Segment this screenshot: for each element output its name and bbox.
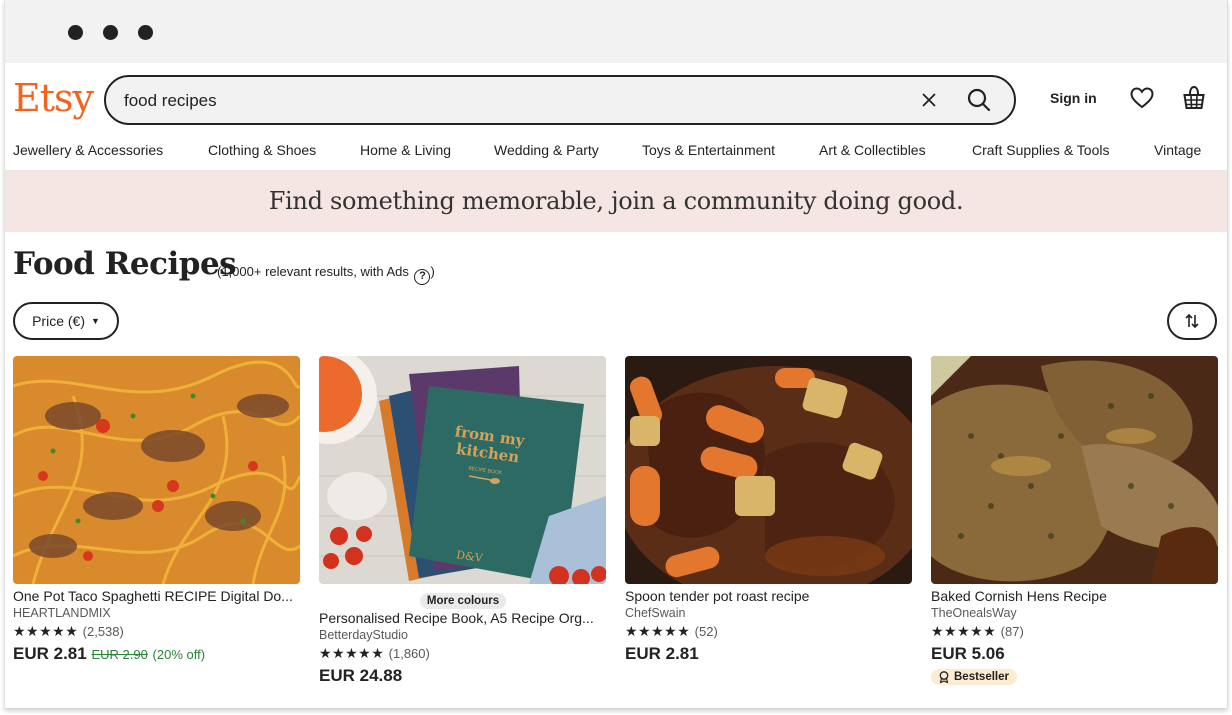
review-count: (1,860)	[388, 646, 430, 661]
result-count: (1,000+ relevant results, with Ads ?)	[217, 264, 435, 285]
heart-icon	[1130, 87, 1154, 109]
result-count-close: )	[430, 264, 435, 279]
sale-price: EUR 2.81	[13, 644, 87, 663]
pot-roast-image	[625, 356, 912, 584]
price: EUR 24.88	[319, 666, 607, 686]
review-count: (2,538)	[82, 624, 124, 639]
recipe-book-image: from my kitchen RECIPE BOOK D&V	[319, 356, 606, 584]
listing-card[interactable]: One Pot Taco Spaghetti RECIPE Digital Do…	[13, 356, 301, 664]
review-count: (87)	[1000, 624, 1024, 639]
clear-search-button[interactable]	[919, 90, 939, 110]
listing-title[interactable]: One Pot Taco Spaghetti RECIPE Digital Do…	[13, 588, 301, 604]
result-count-text: (1,000+ relevant results, with Ads	[217, 264, 409, 279]
shop-name[interactable]: TheOnealsWay	[931, 606, 1219, 620]
sort-button[interactable]	[1167, 302, 1217, 340]
sort-arrows-icon	[1185, 313, 1199, 329]
site-header: Etsy Sign in	[5, 63, 1227, 133]
stars-icon: ★★★★★	[625, 623, 691, 639]
caret-down-icon: ▼	[90, 316, 100, 326]
search-bar	[104, 75, 1016, 125]
basket-icon	[1183, 85, 1205, 109]
shop-name[interactable]: HEARTLANDMIX	[13, 606, 301, 620]
promo-banner: Find something memorable, join a communi…	[5, 171, 1227, 232]
listing-card[interactable]: Spoon tender pot roast recipe ChefSwain …	[625, 356, 913, 664]
filter-row: Price (€) ▼	[5, 296, 1227, 356]
category-craft[interactable]: Craft Supplies & Tools	[972, 142, 1109, 158]
review-count: (52)	[694, 624, 718, 639]
shop-name[interactable]: BetterdayStudio	[319, 628, 607, 642]
browser-window: Etsy Sign in	[4, 0, 1228, 708]
category-clothing[interactable]: Clothing & Shoes	[208, 142, 316, 158]
more-colours-tag: More colours	[419, 593, 507, 609]
category-jewellery[interactable]: Jewellery & Accessories	[13, 142, 163, 158]
category-home[interactable]: Home & Living	[360, 142, 451, 158]
window-minimize-control[interactable]	[103, 25, 118, 40]
page-title: Food Recipes	[13, 246, 237, 282]
cornish-hens-image	[931, 356, 1218, 584]
listing-title[interactable]: Spoon tender pot roast recipe	[625, 588, 913, 604]
search-input[interactable]	[124, 89, 884, 113]
star-rating: ★★★★★ (52)	[625, 623, 913, 640]
search-icon	[967, 88, 991, 112]
stars-icon: ★★★★★	[931, 623, 997, 639]
bestseller-label: Bestseller	[954, 671, 1009, 683]
window-close-control[interactable]	[68, 25, 83, 40]
price: EUR 5.06	[931, 644, 1219, 664]
category-vintage[interactable]: Vintage	[1154, 142, 1201, 158]
favorites-button[interactable]	[1130, 87, 1154, 109]
listing-card[interactable]: from my kitchen RECIPE BOOK D&V More col…	[319, 356, 607, 686]
cornish-hens-photo[interactable]	[931, 356, 1218, 584]
sign-in-link[interactable]: Sign in	[1050, 90, 1097, 106]
listing-title[interactable]: Personalised Recipe Book, A5 Recipe Org.…	[319, 610, 607, 626]
help-icon[interactable]: ?	[414, 269, 431, 285]
stars-icon: ★★★★★	[319, 645, 385, 661]
price: EUR 2.81 EUR 2.90 (20% off)	[13, 644, 301, 664]
close-icon	[922, 93, 936, 107]
pot-roast-photo[interactable]	[625, 356, 912, 584]
category-art[interactable]: Art & Collectibles	[819, 142, 926, 158]
star-rating: ★★★★★ (2,538)	[13, 623, 301, 640]
listing-grid: One Pot Taco Spaghetti RECIPE Digital Do…	[5, 356, 1227, 708]
bestseller-badge: Bestseller	[931, 669, 1017, 685]
title-bar	[5, 0, 1227, 63]
recipe-book-photo[interactable]: from my kitchen RECIPE BOOK D&V	[319, 356, 606, 584]
award-ribbon-icon	[939, 671, 949, 683]
spaghetti-photo[interactable]	[13, 356, 300, 584]
listing-card[interactable]: Baked Cornish Hens Recipe TheOnealsWay ★…	[931, 356, 1219, 688]
sale-price: EUR 24.88	[319, 666, 403, 685]
original-price: EUR 2.90	[91, 647, 148, 662]
spaghetti-image	[13, 356, 300, 584]
category-nav: Jewellery & Accessories Clothing & Shoes…	[5, 133, 1227, 171]
price: EUR 2.81	[625, 644, 913, 664]
price-filter-button[interactable]: Price (€) ▼	[13, 302, 119, 340]
star-rating: ★★★★★ (87)	[931, 623, 1219, 640]
price-filter-label: Price (€)	[32, 313, 85, 329]
sale-price: EUR 2.81	[625, 644, 699, 663]
listing-title[interactable]: Baked Cornish Hens Recipe	[931, 588, 1219, 604]
search-button[interactable]	[966, 87, 992, 113]
shop-name[interactable]: ChefSwain	[625, 606, 913, 620]
discount-label: (20% off)	[152, 647, 206, 662]
sale-price: EUR 5.06	[931, 644, 1005, 663]
category-toys[interactable]: Toys & Entertainment	[642, 142, 775, 158]
window-maximize-control[interactable]	[138, 25, 153, 40]
results-header: Food Recipes (1,000+ relevant results, w…	[5, 232, 1227, 296]
cart-button[interactable]	[1182, 85, 1206, 111]
etsy-logo[interactable]: Etsy	[13, 76, 94, 120]
star-rating: ★★★★★ (1,860)	[319, 645, 607, 662]
stars-icon: ★★★★★	[13, 623, 79, 639]
category-wedding[interactable]: Wedding & Party	[494, 142, 599, 158]
